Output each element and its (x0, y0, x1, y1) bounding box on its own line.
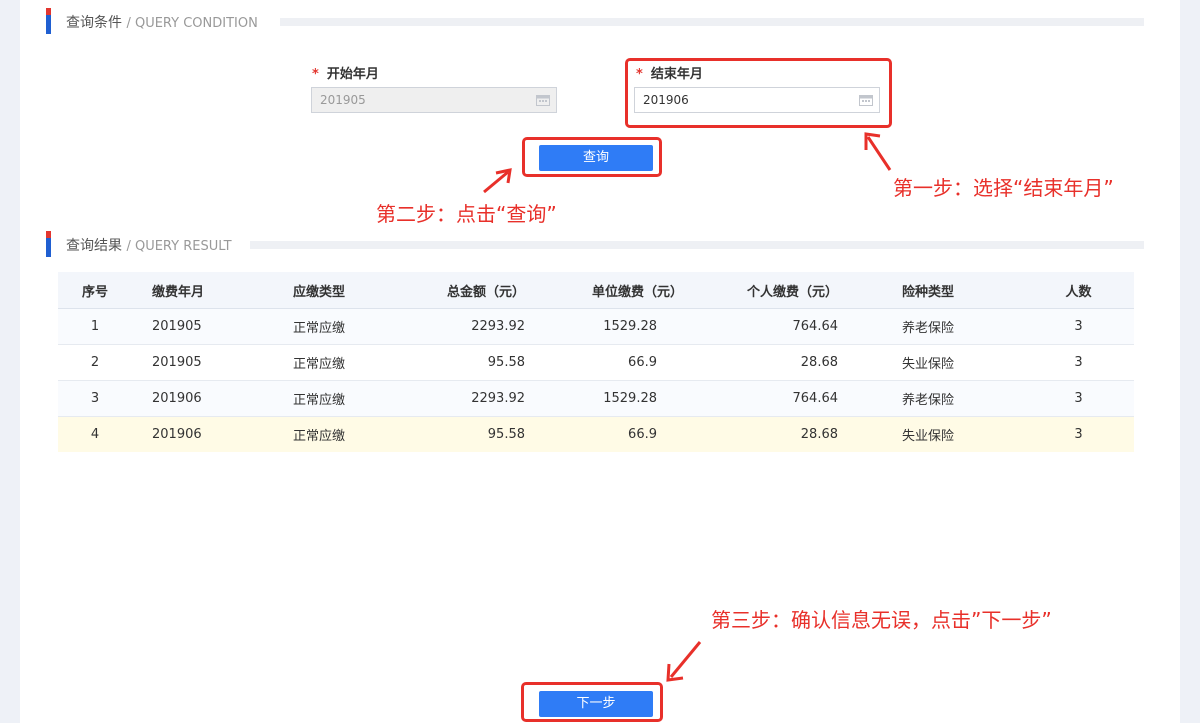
cell-unit: 1529.28 (526, 308, 687, 345)
cell-index: 3 (58, 380, 132, 417)
cell-count: 3 (1023, 416, 1134, 452)
cell-index: 2 (58, 344, 132, 381)
cell-count: 3 (1023, 308, 1134, 345)
query-result-header: 查询结果 / QUERY RESULT (46, 231, 1144, 257)
column-header: 人数 (1023, 272, 1134, 309)
cell-index: 4 (58, 416, 132, 452)
cell-personal: 28.68 (687, 344, 866, 381)
cell-month: 201905 (132, 344, 273, 381)
table-row[interactable]: 2 201905 正常应缴 95.58 66.9 28.68 失业保险 3 (58, 344, 1134, 381)
cell-personal: 764.64 (687, 308, 866, 345)
cell-month: 201906 (132, 380, 273, 417)
cell-personal: 764.64 (687, 380, 866, 417)
cell-type: 正常应缴 (273, 308, 414, 345)
cell-count: 3 (1023, 380, 1134, 417)
cell-total: 95.58 (414, 416, 526, 452)
cell-total: 2293.92 (414, 380, 526, 417)
cell-insurance: 养老保险 (866, 380, 1023, 417)
table-row[interactable]: 1 201905 正常应缴 2293.92 1529.28 764.64 养老保… (58, 308, 1134, 345)
cell-total: 2293.92 (414, 308, 526, 345)
annotation-box-next (521, 682, 663, 722)
cell-month: 201905 (132, 308, 273, 345)
table-row[interactable]: 4 201906 正常应缴 95.58 66.9 28.68 失业保险 3 (58, 416, 1134, 452)
column-header: 个人缴费（元） (687, 272, 866, 309)
cell-index: 1 (58, 308, 132, 345)
cell-unit: 66.9 (526, 416, 687, 452)
table-row[interactable]: 3 201906 正常应缴 2293.92 1529.28 764.64 养老保… (58, 380, 1134, 417)
column-header: 险种类型 (866, 272, 1023, 309)
cell-unit: 1529.28 (526, 380, 687, 417)
column-header: 单位缴费（元） (526, 272, 687, 309)
column-header: 序号 (58, 272, 132, 309)
annotation-step3: 第三步：确认信息无误，点击”下一步” (711, 608, 1052, 632)
cell-personal: 28.68 (687, 416, 866, 452)
table-header-row: 序号 缴费年月 应缴类型 总金额（元） 单位缴费（元） 个人缴费（元） 险种类型… (58, 272, 1134, 309)
cell-total: 95.58 (414, 344, 526, 381)
cell-insurance: 养老保险 (866, 308, 1023, 345)
result-table: 序号 缴费年月 应缴类型 总金额（元） 单位缴费（元） 个人缴费（元） 险种类型… (58, 272, 1134, 452)
section-marker (46, 231, 51, 257)
section-divider (250, 241, 1144, 249)
cell-type: 正常应缴 (273, 380, 414, 417)
cell-type: 正常应缴 (273, 416, 414, 452)
query-result-title: 查询结果 / QUERY RESULT (66, 235, 232, 255)
cell-insurance: 失业保险 (866, 344, 1023, 381)
column-header: 应缴类型 (273, 272, 414, 309)
cell-insurance: 失业保险 (866, 416, 1023, 452)
query-result-title-cn: 查询结果 (66, 238, 122, 254)
annotation-step2: 第二步：点击“查询” (376, 202, 557, 226)
column-header: 缴费年月 (132, 272, 273, 309)
cell-unit: 66.9 (526, 344, 687, 381)
annotation-step1: 第一步：选择“结束年月” (893, 176, 1114, 200)
column-header: 总金额（元） (414, 272, 526, 309)
cell-count: 3 (1023, 344, 1134, 381)
cell-type: 正常应缴 (273, 344, 414, 381)
cell-month: 201906 (132, 416, 273, 452)
query-result-title-en: / QUERY RESULT (126, 239, 232, 254)
